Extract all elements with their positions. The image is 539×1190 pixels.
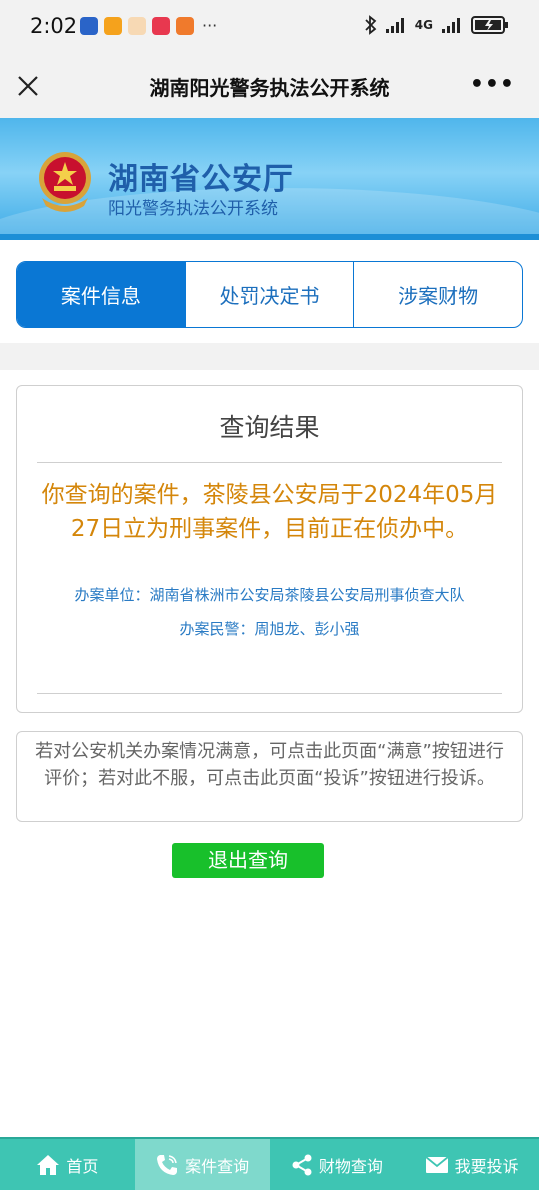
network-type: 4G — [414, 18, 433, 32]
app-notification-icon — [176, 16, 194, 35]
banner-title: 湖南省公安厅 — [108, 162, 294, 197]
tab-case-info[interactable]: 案件信息 — [17, 262, 185, 327]
nav-case-query[interactable]: 案件查询 — [134, 1139, 270, 1190]
feedback-notice: 若对公安机关办案情况满意，可点击此页面“满意”按钮进行评价；若对此不服，可点击此… — [16, 731, 523, 822]
nav-label: 我要投诉 — [454, 1156, 519, 1176]
app-notification-icon — [152, 16, 170, 35]
nav-property-query[interactable]: 财物查询 — [270, 1139, 405, 1190]
header-banner: 湖南省公安厅 阳光警务执法公开系统 — [0, 118, 539, 240]
handling-unit: 办案单位：湖南省株洲市公安局茶陵县公安局刑事侦查大队 — [74, 586, 465, 604]
nav-complaint[interactable]: 我要投诉 — [404, 1139, 539, 1190]
handling-police: 办案民警：周旭龙、彭小强 — [179, 620, 360, 638]
app-notification-icon — [80, 16, 98, 35]
title-bar: 湖南阳光警务执法公开系统 ••• — [0, 56, 539, 118]
nav-home[interactable]: 首页 — [0, 1139, 135, 1190]
nav-label: 首页 — [66, 1156, 99, 1176]
more-notifications-icon: ··· — [202, 16, 218, 35]
section-divider — [0, 343, 539, 370]
phone-icon — [157, 1154, 178, 1175]
divider — [37, 693, 502, 694]
page-title: 湖南阳光警务执法公开系统 — [149, 76, 390, 100]
mail-icon — [425, 1155, 449, 1173]
wifi-icon — [385, 18, 404, 33]
status-app-icons: ··· — [80, 16, 217, 35]
tab-bar: 案件信息 处罚决定书 涉案财物 — [16, 261, 523, 328]
bluetooth-icon — [365, 15, 377, 35]
home-icon — [37, 1154, 60, 1175]
banner-subtitle: 阳光警务执法公开系统 — [108, 199, 278, 219]
result-card: 查询结果 你查询的案件，茶陵县公安局于2024年05月27日立为刑事案件，目前正… — [16, 385, 523, 713]
result-message: 你查询的案件，茶陵县公安局于2024年05月27日立为刑事案件，目前正在侦办中。 — [41, 482, 498, 542]
battery-icon — [471, 16, 508, 34]
divider — [37, 462, 502, 463]
signal-icon — [442, 18, 460, 33]
app-notification-icon — [104, 16, 122, 35]
bottom-nav: 首页 案件查询 财物查询 我要投诉 — [0, 1137, 539, 1190]
tab-case-property[interactable]: 涉案财物 — [353, 262, 522, 327]
app-notification-icon — [128, 16, 146, 35]
result-title: 查询结果 — [219, 413, 320, 442]
nav-label: 案件查询 — [185, 1156, 250, 1176]
status-time: 2:02 — [30, 14, 78, 38]
police-emblem-icon — [39, 152, 91, 212]
more-menu-button[interactable]: ••• — [470, 72, 515, 97]
tab-penalty-decision[interactable]: 处罚决定书 — [184, 262, 354, 327]
exit-query-button[interactable]: 退出查询 — [172, 843, 324, 878]
nav-label: 财物查询 — [318, 1156, 383, 1176]
status-right-icons: 4G — [365, 15, 509, 35]
share-icon — [292, 1154, 312, 1175]
status-bar: 2:02 ··· 4G — [0, 0, 539, 56]
